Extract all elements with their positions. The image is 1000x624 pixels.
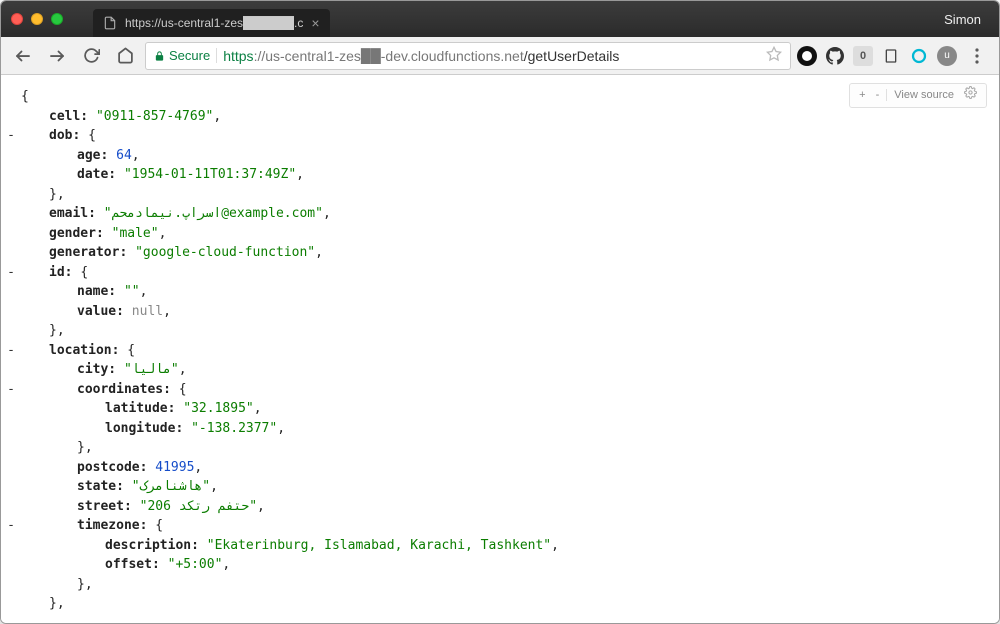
forward-button[interactable]	[43, 42, 71, 70]
jsonview-toolbar: + - View source	[849, 83, 987, 108]
json-prop-id-value: value: null,	[21, 302, 979, 322]
extension-icon-6[interactable]: u	[937, 46, 957, 66]
home-button[interactable]	[111, 42, 139, 70]
json-close-location: },	[21, 594, 979, 614]
json-prop-longitude: longitude: "-138.2377",	[21, 419, 979, 439]
collapse-toggle-icon[interactable]: -	[5, 126, 17, 146]
extension-icon-4[interactable]	[881, 46, 901, 66]
json-prop-postcode: postcode: 41995,	[21, 458, 979, 478]
lock-icon	[154, 49, 165, 63]
json-close-id: },	[21, 321, 979, 341]
collapse-toggle-icon[interactable]: -	[5, 516, 17, 536]
collapse-toggle-icon[interactable]: -	[5, 263, 17, 283]
json-root: { cell: "0911-857-4769", -dob: { age: 64…	[21, 87, 979, 614]
json-prop-dob-age: age: 64,	[21, 146, 979, 166]
json-prop-gender: gender: "male",	[21, 224, 979, 244]
window-controls	[11, 13, 63, 25]
settings-gear-icon[interactable]	[961, 86, 980, 105]
json-prop-id-name: name: "",	[21, 282, 979, 302]
json-prop-tz-offset: offset: "+5:00",	[21, 555, 979, 575]
json-close-coordinates: },	[21, 438, 979, 458]
secure-label: Secure	[169, 48, 210, 63]
expand-all-button[interactable]: +	[856, 87, 868, 104]
secure-badge[interactable]: Secure	[154, 48, 217, 63]
json-prop-email: email: "محمدامین.پارسا@example.com",	[21, 204, 979, 224]
browser-menu-button[interactable]	[963, 42, 991, 70]
extension-icon-circle[interactable]	[909, 46, 929, 66]
browser-window: https://us-central1-zes██████.c × Simon …	[0, 0, 1000, 624]
json-prop-id: -id: {	[21, 263, 979, 283]
collapse-toggle-icon[interactable]: -	[5, 380, 17, 400]
extension-badge-icon[interactable]: 0	[853, 46, 873, 66]
close-tab-button[interactable]: ×	[311, 15, 319, 31]
json-prop-state: state: "کرمانشاه",	[21, 477, 979, 497]
github-icon[interactable]	[825, 46, 845, 66]
close-window-button[interactable]	[11, 13, 23, 25]
json-open-brace: {	[21, 87, 979, 107]
back-button[interactable]	[9, 42, 37, 70]
json-prop-tz-description: description: "Ekaterinburg, Islamabad, K…	[21, 536, 979, 556]
browser-tab[interactable]: https://us-central1-zes██████.c ×	[93, 9, 330, 37]
json-prop-coordinates: -coordinates: {	[21, 380, 979, 400]
json-prop-latitude: latitude: "32.1895",	[21, 399, 979, 419]
page-content: + - View source { cell: "0911-857-4769",…	[1, 75, 999, 623]
json-close-dob: },	[21, 185, 979, 205]
json-prop-location: -location: {	[21, 341, 979, 361]
extension-icon-1[interactable]	[797, 46, 817, 66]
title-bar: https://us-central1-zes██████.c × Simon	[1, 1, 999, 37]
json-prop-cell: cell: "0911-857-4769",	[21, 107, 979, 127]
toolbar: Secure https://us-central1-zes██-dev.clo…	[1, 37, 999, 75]
maximize-window-button[interactable]	[51, 13, 63, 25]
json-prop-generator: generator: "google-cloud-function",	[21, 243, 979, 263]
profile-name[interactable]: Simon	[944, 12, 989, 27]
json-prop-dob: -dob: {	[21, 126, 979, 146]
view-source-button[interactable]: View source	[891, 87, 957, 104]
reload-button[interactable]	[77, 42, 105, 70]
json-prop-city: city: "ایلام",	[21, 360, 979, 380]
tab-title: https://us-central1-zes██████.c	[125, 16, 303, 30]
collapse-all-button[interactable]: -	[873, 87, 883, 104]
collapse-toggle-icon[interactable]: -	[5, 341, 17, 361]
json-close-timezone: },	[21, 575, 979, 595]
bookmark-star-icon[interactable]	[766, 46, 782, 65]
page-icon	[103, 16, 117, 30]
extension-icons: 0 u	[797, 46, 957, 66]
url-text: https://us-central1-zes██-dev.cloudfunct…	[223, 48, 760, 64]
json-prop-timezone: -timezone: {	[21, 516, 979, 536]
json-prop-dob-date: date: "1954-01-11T01:37:49Z",	[21, 165, 979, 185]
address-bar[interactable]: Secure https://us-central1-zes██-dev.clo…	[145, 42, 791, 70]
json-prop-street: street: "206 دکتر مفتح",	[21, 497, 979, 517]
minimize-window-button[interactable]	[31, 13, 43, 25]
